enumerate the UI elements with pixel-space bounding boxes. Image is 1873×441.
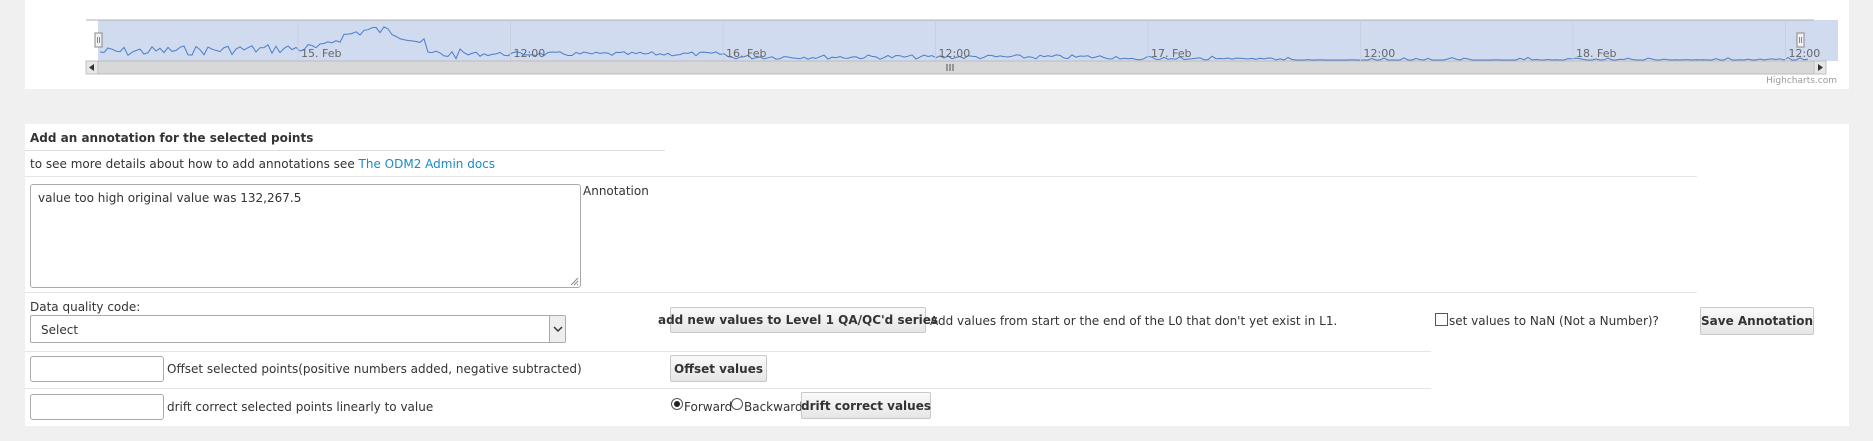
panel-title: Add an annotation for the selected point… xyxy=(30,131,314,145)
chart-navigator-panel: 15. Feb 12:00 16. Feb 12:00 17. Feb 12:00 18. … xyxy=(25,0,1849,89)
navigator-x-label: 12:00 xyxy=(514,47,546,60)
navigator-left-handle[interactable] xyxy=(94,32,103,48)
offset-label: Offset selected points(positive numbers … xyxy=(167,362,582,376)
annotation-form-panel: Add an annotation for the selected point… xyxy=(25,124,1849,426)
drift-correct-values-button[interactable]: drift correct values xyxy=(801,392,931,419)
add-values-hint: Add values from start or the end of the … xyxy=(930,314,1338,328)
add-new-values-button[interactable]: add new values to Level 1 QA/QC'd series xyxy=(658,307,938,333)
scrollbar-left-arrow-icon[interactable] xyxy=(85,60,99,75)
divider xyxy=(25,176,1697,177)
forward-radio[interactable] xyxy=(671,398,683,410)
divider xyxy=(25,150,665,151)
data-quality-select[interactable]: Select xyxy=(30,315,566,343)
navigator-right-handle[interactable] xyxy=(1796,32,1805,48)
odm2-docs-link[interactable]: The ODM2 Admin docs xyxy=(359,157,496,171)
divider xyxy=(25,351,1431,352)
navigator-x-label: 12:00 xyxy=(1364,47,1396,60)
backward-radio[interactable] xyxy=(731,398,743,410)
annotation-textarea[interactable]: value too high original value was 132,26… xyxy=(30,184,581,288)
nan-checkbox[interactable] xyxy=(1435,313,1448,326)
nan-checkbox-label[interactable]: set values to NaN (Not a Number)? xyxy=(1449,314,1659,328)
divider xyxy=(25,292,1697,293)
offset-values-button[interactable]: Offset values xyxy=(670,355,767,382)
navigator-x-label: 12:00 xyxy=(1789,47,1821,60)
help-text: to see more details about how to add ann… xyxy=(30,157,495,171)
chevron-down-icon[interactable] xyxy=(549,316,565,342)
help-prefix: to see more details about how to add ann… xyxy=(30,157,355,171)
data-quality-selected: Select xyxy=(41,323,79,337)
navigator-scrollbar[interactable] xyxy=(85,60,1827,75)
navigator-x-label: 16. Feb xyxy=(726,47,766,60)
navigator-svg: 15. Feb 12:00 16. Feb 12:00 17. Feb 12:00 18. … xyxy=(85,19,1838,75)
scrollbar-thumb[interactable] xyxy=(97,60,1815,75)
drift-label: drift correct selected points linearly t… xyxy=(167,400,434,414)
resize-grip-icon[interactable] xyxy=(569,276,579,286)
navigator-x-label: 17. Feb xyxy=(1151,47,1191,60)
navigator-x-label: 18. Feb xyxy=(1576,47,1616,60)
divider xyxy=(25,388,1431,389)
save-annotation-button[interactable]: Save Annotation xyxy=(1700,307,1814,335)
offset-input[interactable] xyxy=(30,356,164,382)
backward-label[interactable]: Backward xyxy=(744,400,803,414)
forward-label[interactable]: Forward xyxy=(684,400,732,414)
highcharts-credits[interactable]: Highcharts.com xyxy=(1766,76,1837,86)
annotation-label: Annotation xyxy=(583,184,649,198)
data-quality-label: Data quality code: xyxy=(30,300,141,314)
navigator-x-label: 12:00 xyxy=(939,47,971,60)
navigator-x-label: 15. Feb xyxy=(301,47,341,60)
drift-input[interactable] xyxy=(30,394,164,420)
scrollbar-right-arrow-icon[interactable] xyxy=(1813,60,1827,75)
